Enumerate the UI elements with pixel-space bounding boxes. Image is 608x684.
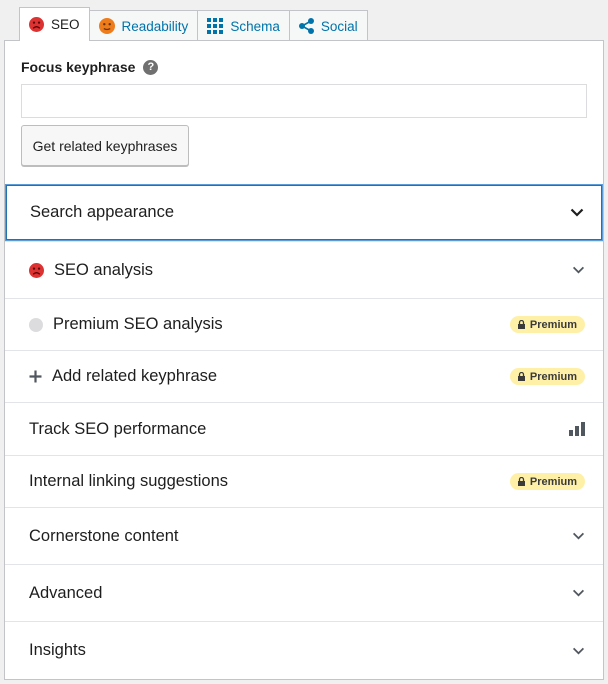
premium-badge: Premium — [509, 368, 585, 385]
focus-keyphrase-label-row: Focus keyphrase ? — [21, 59, 159, 75]
chevron-down-icon — [572, 266, 585, 274]
chevron-down-icon — [572, 532, 585, 540]
section-label: SEO analysis — [54, 260, 154, 279]
section-label: Cornerstone content — [29, 526, 179, 545]
premium-badge: Premium — [509, 473, 585, 490]
chevron-down-icon — [572, 589, 585, 597]
section-insights[interactable]: Insights — [5, 621, 603, 679]
section-label: Internal linking suggestions — [29, 472, 229, 490]
plus-icon — [29, 370, 42, 383]
section-premium-seo-analysis[interactable]: Premium SEO analysis Premium — [5, 298, 603, 350]
share-icon — [298, 18, 314, 34]
premium-badge: Premium — [509, 316, 585, 333]
get-related-keyphrases-button[interactable]: Get related keyphrases — [21, 125, 189, 166]
section-track-seo-performance[interactable]: Track SEO performance — [5, 402, 603, 455]
section-label: Advanced — [29, 583, 103, 602]
bar-chart-icon — [569, 422, 585, 436]
grid-icon — [207, 18, 224, 34]
tab-seo-label: SEO — [51, 17, 80, 32]
lock-icon — [517, 320, 525, 329]
section-label: Search appearance — [30, 203, 175, 221]
neutral-face-orange-icon — [98, 18, 115, 34]
tab-readability[interactable]: Readability — [88, 10, 199, 41]
tab-schema[interactable]: Schema — [197, 10, 290, 41]
tab-social[interactable]: Social — [288, 10, 368, 41]
lock-icon — [517, 477, 525, 486]
tab-social-label: Social — [320, 18, 358, 34]
section-advanced[interactable]: Advanced — [5, 564, 603, 621]
section-label: Track SEO performance — [29, 419, 207, 438]
tab-schema-label: Schema — [230, 18, 280, 34]
premium-label: Premium — [529, 318, 577, 331]
focus-keyphrase-label: Focus keyphrase — [21, 59, 136, 75]
tab-seo[interactable]: SEO — [19, 7, 90, 41]
section-cornerstone-content[interactable]: Cornerstone content — [5, 507, 603, 564]
section-search-appearance[interactable]: Search appearance — [5, 184, 603, 241]
premium-label: Premium — [529, 475, 577, 488]
chevron-down-icon — [570, 208, 584, 217]
chevron-down-icon — [572, 647, 585, 655]
tab-readability-label: Readability — [121, 18, 189, 34]
question-mark-icon[interactable]: ? — [143, 59, 159, 75]
section-internal-linking-suggestions[interactable]: Internal linking suggestions Premium — [5, 455, 603, 507]
section-label: Add related keyphrase — [52, 367, 218, 385]
metabox-tabs: SEO Readability Schema Social — [19, 7, 368, 41]
section-label: Insights — [29, 641, 86, 659]
sad-face-red-icon — [29, 262, 44, 278]
lock-icon — [517, 372, 525, 381]
seo-panel: Focus keyphrase ? Get related keyphrases… — [4, 40, 604, 680]
sad-face-red-icon — [29, 17, 44, 32]
section-label: Premium SEO analysis — [53, 315, 223, 333]
section-seo-analysis[interactable]: SEO analysis — [5, 241, 603, 298]
section-add-related-keyphrase[interactable]: Add related keyphrase Premium — [5, 350, 603, 402]
premium-label: Premium — [529, 370, 577, 383]
focus-keyphrase-input[interactable] — [21, 84, 587, 118]
gray-dot-icon — [29, 317, 43, 332]
